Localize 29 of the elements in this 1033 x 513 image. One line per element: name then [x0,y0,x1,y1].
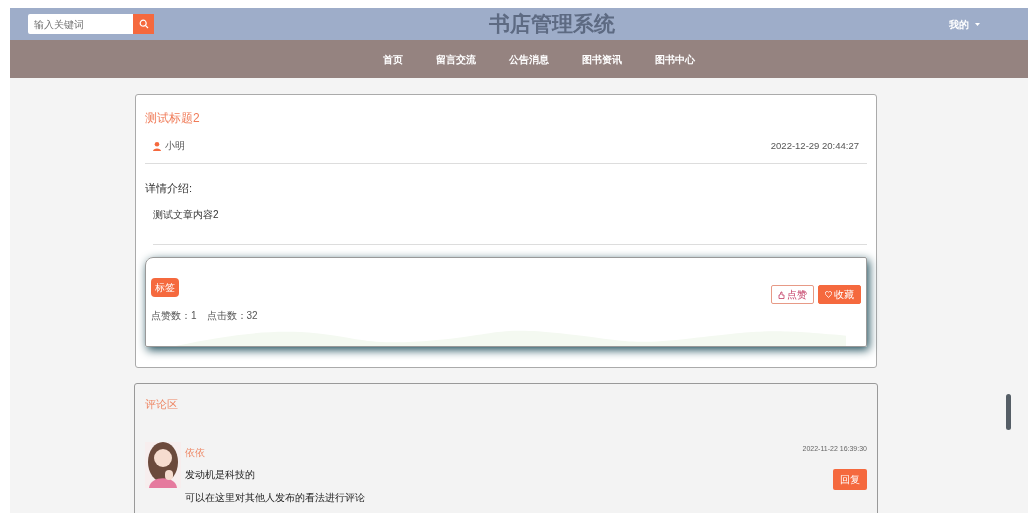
article-title: 测试标题2 [145,110,201,127]
nav-link[interactable]: 图书中心 [655,51,695,67]
search-button[interactable] [133,14,154,34]
commenter-name: 依依 [185,446,206,461]
user-menu[interactable]: 我的 [949,16,980,32]
tag-badge: 标签 [151,278,179,298]
search-field[interactable]: 输入关键词 [28,14,133,34]
like-button[interactable]: 点赞 [771,285,814,305]
comment-text: 发动机是科技的 [185,467,256,482]
author-name: 小明 [165,139,185,153]
user-icon [153,141,161,151]
comment-hint: 可以在这里对其他人发布的看法进行评论 [185,490,366,505]
nav-link[interactable]: 图书资讯 [582,51,622,67]
heart-icon [825,291,832,299]
nav-link[interactable]: 公告消息 [509,51,549,67]
nav-link[interactable]: 留言交流 [436,51,476,67]
stats-text: 点赞数：1 点击数：32 [151,309,258,324]
reply-button[interactable]: 回复 [833,468,867,490]
scroll-indicator[interactable] [1006,394,1011,430]
article-content: 测试文章内容2 [153,206,867,245]
caret-icon [975,22,980,26]
search-icon [138,19,149,29]
site-title: 书店管理系统 [487,11,616,38]
intro-label: 详情介绍: [145,181,194,197]
publish-time: 2022-12-29 20:44:27 [770,139,859,153]
nav-link[interactable]: 首页 [383,51,403,67]
favorite-button[interactable]: 收藏 [818,285,861,305]
comment-section-title: 评论区 [145,396,179,412]
thumb-icon [778,290,785,299]
